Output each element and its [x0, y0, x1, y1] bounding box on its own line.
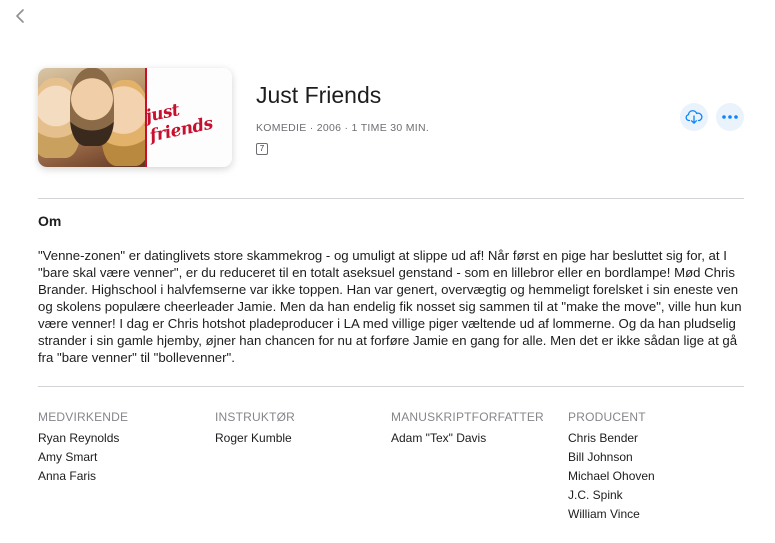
credits-heading: INSTRUKTØR	[215, 410, 295, 424]
divider	[38, 198, 744, 199]
about-heading: Om	[38, 213, 62, 229]
cast-member[interactable]: Anna Faris	[38, 467, 128, 486]
poster-logo: just friends	[144, 68, 232, 167]
about-description: "Venne-zonen" er datinglivets store skam…	[38, 248, 742, 365]
writer-name[interactable]: Adam "Tex" Davis	[391, 429, 544, 448]
credits-writer: MANUSKRIPTFORFATTER Adam "Tex" Davis	[391, 410, 544, 448]
ellipsis-icon	[722, 115, 738, 119]
producer-name[interactable]: William Vince	[568, 505, 655, 524]
cast-member[interactable]: Ryan Reynolds	[38, 429, 128, 448]
producer-name[interactable]: Bill Johnson	[568, 448, 655, 467]
chevron-left-icon	[16, 9, 24, 23]
credits-heading: MEDVIRKENDE	[38, 410, 129, 424]
age-rating-badge: 7	[256, 143, 268, 155]
download-button[interactable]	[680, 103, 708, 131]
producer-name[interactable]: Chris Bender	[568, 429, 655, 448]
producer-name[interactable]: Michael Ohoven	[568, 467, 655, 486]
credits-heading: MANUSKRIPTFORFATTER	[391, 410, 544, 424]
movie-meta: KOMEDIE · 2006 · 1 TIME 30 MIN.	[256, 122, 430, 134]
credits-director: INSTRUKTØR Roger Kumble	[215, 410, 295, 448]
movie-title: Just Friends	[256, 82, 382, 108]
icloud-download-icon	[685, 110, 703, 124]
divider	[38, 386, 744, 387]
credits-producer: PRODUCENT Chris Bender Bill Johnson Mich…	[568, 410, 655, 524]
director-name[interactable]: Roger Kumble	[215, 429, 295, 448]
producer-name[interactable]: J.C. Spink	[568, 486, 655, 505]
credits-cast: MEDVIRKENDE Ryan Reynolds Amy Smart Anna…	[38, 410, 128, 486]
more-button[interactable]	[716, 103, 744, 131]
back-button[interactable]	[12, 6, 30, 26]
credits-heading: PRODUCENT	[568, 410, 646, 424]
cast-member[interactable]: Amy Smart	[38, 448, 128, 467]
poster-photo	[38, 68, 145, 167]
movie-poster: just friends	[38, 68, 232, 167]
